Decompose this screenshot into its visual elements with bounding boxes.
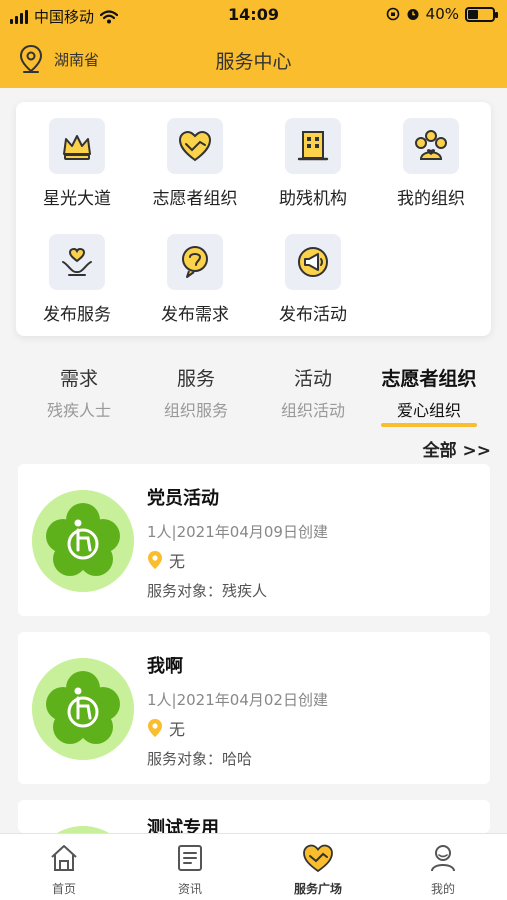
crown-icon	[63, 135, 91, 160]
grid-item-publish-request[interactable]: 发布需求	[136, 234, 254, 325]
group-icon	[415, 130, 447, 160]
home-icon	[51, 845, 77, 871]
tab-volunteer-org[interactable]: 志愿者组织 爱心组织	[370, 364, 488, 427]
megaphone-icon	[298, 247, 328, 277]
news-icon	[178, 845, 202, 871]
grid-item-label: 发布需求	[161, 305, 229, 325]
tab-demand[interactable]: 需求 残疾人士	[20, 364, 138, 421]
grid-item-publish-service[interactable]: 发布服务	[18, 234, 136, 325]
grid-item-disability-agency[interactable]: 助残机构	[254, 118, 372, 209]
lightbulb-icon	[182, 246, 208, 278]
tab-subtitle: 组织活动	[280, 401, 345, 420]
grid-item-label: 我的组织	[397, 189, 465, 209]
tabbar-news[interactable]: 资讯	[140, 842, 240, 897]
heart-palm-icon	[62, 247, 92, 276]
org-logo-avatar	[32, 658, 134, 760]
tab-activity[interactable]: 活动 组织活动	[254, 364, 372, 421]
grid-item-label: 发布活动	[279, 305, 347, 325]
tab-title: 志愿者组织	[381, 368, 477, 390]
org-meta: 1人|2021年04月09日创建	[147, 523, 328, 541]
org-card[interactable]: 党员活动 1人|2021年04月09日创建 无 服务对象：残疾人	[18, 464, 490, 616]
view-all-link[interactable]: 全部 >>	[423, 436, 491, 461]
service-grid: 星光大道 志愿者组织 助残机构 我的组织 发布服务 发布需求 发布活动	[16, 102, 491, 336]
building-icon	[297, 131, 329, 161]
org-name: 测试专用	[147, 818, 219, 833]
grid-item-star-avenue[interactable]: 星光大道	[18, 118, 136, 209]
bottom-tab-bar: 首页 资讯 服务广场 我的	[0, 833, 507, 900]
grid-item-my-org[interactable]: 我的组织	[372, 118, 490, 209]
tab-subtitle: 组织服务	[163, 401, 228, 420]
grid-item-label: 助残机构	[279, 189, 347, 209]
grid-item-label: 星光大道	[43, 189, 111, 209]
profile-icon	[431, 845, 455, 872]
location-pin-icon	[148, 719, 162, 737]
tabbar-service-square[interactable]: 服务广场	[268, 842, 368, 897]
grid-item-label: 发布服务	[43, 305, 111, 325]
org-target: 服务对象：残疾人	[147, 582, 268, 600]
tab-title: 需求	[59, 368, 98, 390]
tab-service[interactable]: 服务 组织服务	[137, 364, 255, 421]
heart-hands-icon	[303, 844, 333, 873]
tabbar-mine[interactable]: 我的	[393, 842, 493, 897]
org-name: 我啊	[147, 656, 183, 677]
page-title: 服务中心	[215, 51, 292, 73]
nav-header: 湖南省 服务中心	[0, 32, 507, 88]
grid-item-label: 志愿者组织	[152, 189, 238, 209]
org-name: 党员活动	[147, 488, 219, 509]
alarm-icon	[407, 9, 419, 20]
org-card[interactable]: 我啊 1人|2021年04月02日创建 无 服务对象：哈哈	[18, 632, 490, 784]
tabbar-label: 服务广场	[293, 882, 342, 896]
grid-item-publish-activity[interactable]: 发布活动	[254, 234, 372, 325]
org-location-text: 无	[169, 552, 186, 571]
org-card[interactable]: 测试专用	[18, 800, 490, 833]
grid-item-volunteer-org[interactable]: 志愿者组织	[136, 118, 254, 209]
org-location: 无	[147, 716, 185, 740]
org-meta: 1人|2021年04月02日创建	[147, 691, 328, 709]
lock-rotation-icon	[386, 7, 399, 21]
org-logo-avatar	[32, 826, 134, 833]
tab-subtitle: 残疾人士	[46, 401, 111, 420]
active-tab-indicator	[381, 423, 477, 427]
org-logo-avatar	[32, 490, 134, 592]
tabbar-label: 资讯	[177, 882, 202, 896]
tabbar-label: 我的	[430, 882, 455, 896]
battery-icon	[465, 6, 498, 22]
location-pin-icon	[148, 551, 162, 569]
tab-subtitle: 爱心组织	[396, 401, 461, 420]
tabbar-label: 首页	[51, 882, 76, 896]
category-tabs: 需求 残疾人士 服务 组织服务 活动 组织活动 志愿者组织 爱心组织	[0, 360, 507, 430]
tabbar-home[interactable]: 首页	[14, 842, 114, 897]
status-bar: 中国移动 14:09 40%	[0, 0, 507, 32]
tab-title: 服务	[176, 368, 215, 390]
tab-title: 活动	[293, 368, 332, 390]
org-target: 服务对象：哈哈	[147, 750, 253, 768]
heart-hands-icon	[178, 130, 212, 162]
org-location: 无	[147, 548, 185, 572]
battery-percent: 40%	[425, 5, 459, 23]
org-location-text: 无	[169, 720, 186, 739]
